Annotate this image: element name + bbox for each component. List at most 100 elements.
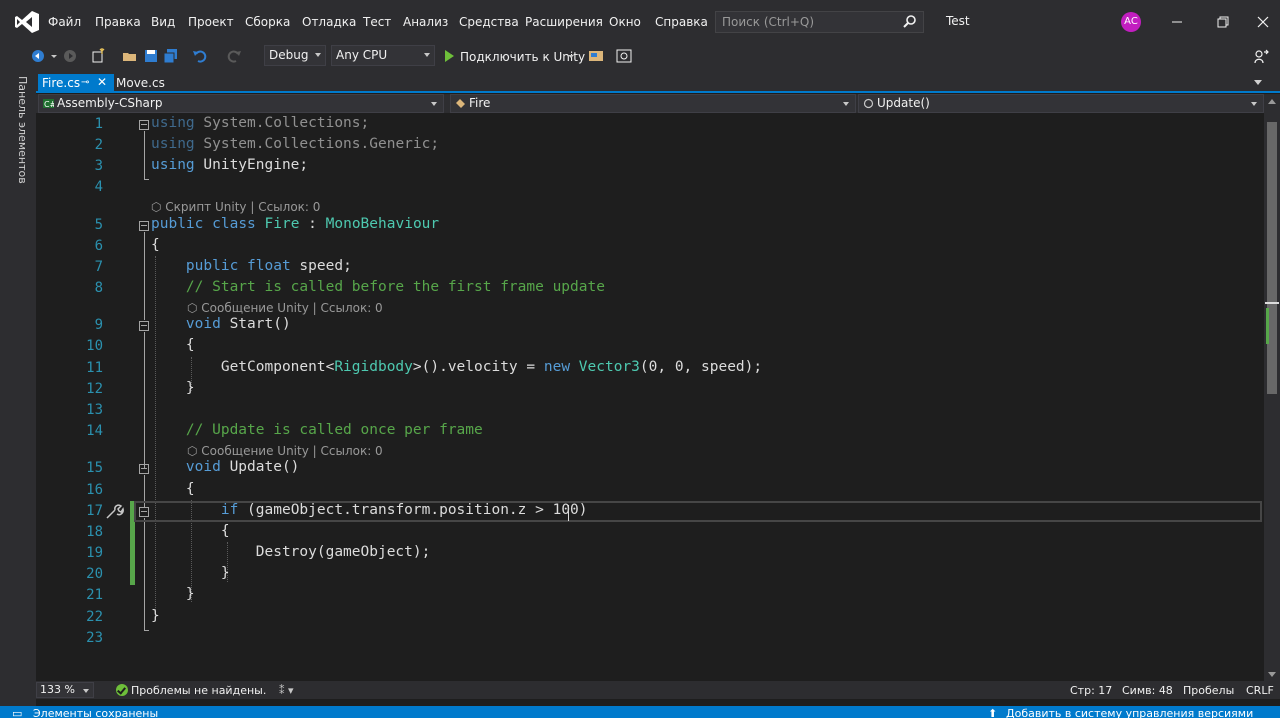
live-share-icon[interactable]	[1253, 48, 1269, 64]
code-line[interactable]: {	[151, 523, 230, 539]
search-icon[interactable]	[902, 14, 918, 30]
code-line[interactable]: if (gameObject.transform.position.z > 10…	[151, 502, 588, 518]
line-number: 19	[86, 545, 103, 561]
avatar[interactable]: AC	[1121, 12, 1141, 32]
line-number: 4	[94, 179, 103, 195]
code-token: void	[185, 316, 221, 332]
configuration-select[interactable]: Debug	[264, 45, 326, 66]
code-line[interactable]: }	[151, 380, 195, 396]
type-name: Fire	[469, 96, 491, 110]
code-line[interactable]: GetComponent<Rigidbody>().velocity = new…	[151, 359, 762, 375]
codelens-text: Сообщение Unity | Ссылок: 0	[201, 301, 383, 315]
menu-tools[interactable]: Средства	[459, 15, 519, 29]
code-line[interactable]: }	[151, 586, 195, 602]
code-token: {	[151, 337, 195, 353]
brush-icon[interactable]: ⁑ ▾	[279, 684, 294, 697]
scroll-up-icon[interactable]	[1268, 99, 1276, 104]
code-line[interactable]: // Start is called before the first fram…	[151, 279, 605, 295]
whitespace-indicator[interactable]: Пробелы	[1183, 684, 1234, 697]
back-icon[interactable]	[30, 48, 46, 64]
code-editor[interactable]: 1 2 3 4 5 6 7 8 9 10 11 12 13 14 15 16 1…	[36, 113, 1264, 681]
vertical-scrollbar[interactable]	[1264, 94, 1280, 681]
code-line[interactable]: }	[151, 565, 230, 581]
new-project-icon[interactable]	[90, 48, 106, 64]
scrollbar-thumb[interactable]	[1267, 122, 1277, 394]
scroll-down-icon[interactable]	[1268, 672, 1276, 677]
menu-project[interactable]: Проект	[188, 15, 234, 29]
back-dropdown-icon[interactable]	[50, 48, 58, 64]
code-line[interactable]: void Update()	[151, 459, 300, 475]
code-token: }	[151, 380, 195, 396]
redo-icon[interactable]	[226, 48, 242, 64]
add-to-source-control-button[interactable]: Добавить в систему управления версиями	[1006, 707, 1253, 718]
toolbox-tab[interactable]: Панель элементов	[16, 76, 29, 184]
project-select[interactable]: C# Assembly-CSharp	[38, 94, 444, 113]
zoom-value: 133 %	[40, 683, 75, 696]
open-folder-icon[interactable]	[122, 48, 138, 64]
codelens-start[interactable]: ⬡ Сообщение Unity | Ссылок: 0	[187, 301, 383, 315]
code-line[interactable]: void Start()	[151, 316, 291, 332]
code-line[interactable]: {	[151, 237, 160, 253]
collapse-icon[interactable]	[139, 120, 149, 130]
collapse-icon[interactable]	[139, 464, 149, 474]
forward-icon[interactable]	[62, 48, 78, 64]
vs-logo-icon[interactable]	[14, 9, 40, 35]
code-line[interactable]: }	[151, 608, 160, 624]
minimize-icon[interactable]	[1164, 10, 1190, 34]
code-line[interactable]: public class Fire : MonoBehaviour	[151, 216, 439, 232]
zoom-select[interactable]: 133 %	[36, 682, 94, 698]
line-ending-indicator[interactable]: CRLF	[1246, 684, 1274, 697]
close-icon[interactable]	[1250, 10, 1276, 34]
code-line[interactable]: using System.Collections.Generic;	[151, 136, 439, 152]
pin-icon[interactable]: ⊸	[81, 77, 89, 88]
save-icon[interactable]	[143, 48, 159, 64]
code-line[interactable]: public float speed;	[151, 258, 352, 274]
menu-extensions[interactable]: Расширения	[525, 15, 603, 29]
menu-edit[interactable]: Правка	[95, 15, 141, 29]
menu-analyze[interactable]: Анализ	[403, 15, 448, 29]
undo-icon[interactable]	[192, 48, 208, 64]
menu-window[interactable]: Окно	[609, 15, 641, 29]
code-line[interactable]: {	[151, 337, 195, 353]
type-select[interactable]: Fire	[450, 94, 856, 113]
codelens-class[interactable]: ⬡ Скрипт Unity | Ссылок: 0	[151, 200, 320, 214]
caret-position-marker	[1265, 302, 1279, 304]
screenshot-icon[interactable]	[616, 48, 632, 64]
code-token: float	[247, 258, 291, 274]
code-line[interactable]: Destroy(gameObject);	[151, 544, 431, 560]
code-line[interactable]: {	[151, 481, 195, 497]
collapse-icon[interactable]	[139, 221, 149, 231]
tab-fire-cs[interactable]: Fire.cs ⊸ ✕	[38, 74, 114, 93]
menu-debug[interactable]: Отладка	[302, 15, 356, 29]
code-line[interactable]: using System.Collections;	[151, 115, 369, 131]
tab-move-cs[interactable]: Move.cs	[116, 76, 165, 90]
search-input[interactable]: Поиск (Ctrl+Q)	[715, 11, 924, 33]
source-control-icon[interactable]: ⬆	[988, 707, 997, 718]
menu-file[interactable]: Файл	[48, 15, 81, 29]
play-icon[interactable]	[445, 50, 454, 62]
code-line[interactable]: // Update is called once per frame	[151, 422, 483, 438]
codelens-update[interactable]: ⬡ Сообщение Unity | Ссылок: 0	[187, 444, 383, 458]
platform-select[interactable]: Any CPU	[331, 45, 435, 66]
quick-action-icon[interactable]	[104, 503, 124, 521]
tab-list-dropdown-icon[interactable]	[1254, 80, 1262, 85]
method-icon	[863, 98, 874, 109]
line-number: 18	[86, 524, 103, 540]
menu-help[interactable]: Справка	[655, 15, 708, 29]
code-token: void	[185, 459, 221, 475]
unity-icon[interactable]	[588, 48, 604, 64]
close-tab-icon[interactable]: ✕	[97, 75, 107, 89]
column-indicator[interactable]: Симв: 48	[1122, 684, 1173, 697]
collapse-icon[interactable]	[139, 321, 149, 331]
line-indicator[interactable]: Стр: 17	[1070, 684, 1112, 697]
attach-dropdown-icon[interactable]	[567, 48, 575, 64]
menu-build[interactable]: Сборка	[245, 15, 290, 29]
menu-view[interactable]: Вид	[151, 15, 175, 29]
chevron-down-icon	[1251, 102, 1257, 106]
member-select[interactable]: Update()	[858, 94, 1264, 113]
restore-icon[interactable]	[1210, 10, 1236, 34]
menu-test[interactable]: Тест	[363, 15, 391, 29]
problems-indicator[interactable]: Проблемы не найдены.	[131, 684, 266, 697]
save-all-icon[interactable]	[163, 48, 179, 64]
code-line[interactable]: using UnityEngine;	[151, 157, 308, 173]
